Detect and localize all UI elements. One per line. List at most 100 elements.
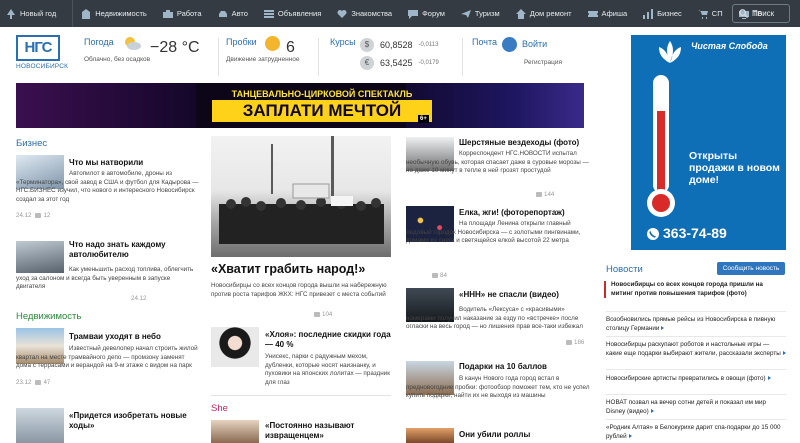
nav-item-sp[interactable]: СП [697,9,723,19]
nav-item-new-year[interactable]: Новый год [6,8,56,19]
she-article-2[interactable]: «Постоянно называют извращенцем» [265,421,391,441]
traffic-level-icon [265,36,280,51]
nav-item-dating[interactable]: Знакомства [337,9,392,19]
car-icon [218,10,227,17]
business-article-2-body: Как уменьшить расход топлива, облегчить … [16,266,194,290]
heart-icon [337,9,347,18]
news-item[interactable]: Новосибирские артисты превратились в ово… [606,375,786,384]
nav-item-tourism[interactable]: Туризм [460,9,500,19]
tree-icon [7,8,15,19]
banner-line1: ТАНЦЕВАЛЬНО-ЦИРКОВОЙ СПЕКТАКЛЬ [231,89,413,99]
euro-icon: € [360,56,374,70]
show-banner[interactable]: ТАНЦЕВАЛЬНО-ЦИРКОВОЙ СПЕКТАКЛЬ ЗАПЛАТИ М… [16,83,584,128]
arrow-icon [767,376,771,380]
main-story-desc: Новосибирцы со всех концов города вышли … [211,282,387,298]
building-icon [82,8,91,19]
news-item[interactable]: «Родник Алтая» в Белокурихе дарит спа-по… [606,424,786,441]
search-icon [739,9,748,18]
chat-icon [408,9,419,19]
banner-line2: ЗАПЛАТИ МЕЧТОЙ [212,100,432,122]
news-item[interactable]: Новосибирцы со всех концов города пришли… [604,281,784,298]
section-she[interactable]: She [211,403,228,414]
she-thumb-1[interactable] [211,327,259,367]
logo-city: НОВОСИБИРСК [16,63,69,70]
nav-item-ads[interactable]: Объявления [263,9,321,19]
nav-item-realty[interactable]: Недвижимость [81,8,147,19]
main-story-photo[interactable] [211,136,391,257]
dollar-icon: $ [360,38,374,52]
logo-mark: НГС [16,35,60,61]
logo-flower-icon [659,41,681,63]
weather-desc: Облачно, без осадков [84,56,151,63]
realty-article-1[interactable]: Трамваи уходят в небо [69,332,199,342]
mail-title: Почта [472,37,497,47]
arrow-icon [628,433,632,438]
phone-icon [647,228,659,240]
news-item[interactable]: НОВАТ позвал на вечер сотни детей и пока… [606,399,786,416]
mid-article-1-body: Корреспондент НГС.НОВОСТИ испытал необыч… [406,150,589,174]
mail-icon [502,37,517,52]
top-nav: Новый год Недвижимость Работа Авто Объяв… [0,0,800,27]
cart-icon [697,9,708,19]
mail-widget[interactable]: Почта [472,37,497,47]
she-article-1[interactable]: «Хлоя»: последние скидки года — 40 % [265,330,391,350]
section-realty[interactable]: Недвижимость [16,311,81,322]
arrow-icon [661,325,665,330]
mid-article-4[interactable]: Подарки на 10 баллов [459,362,591,372]
ad-phone: 363-74-89 [663,225,727,241]
cloudy-sun-icon [125,37,141,50]
comment-icon [566,340,572,345]
news-item[interactable]: Возобновились прямые рейсы из Новосибирс… [606,316,786,333]
business-article-2[interactable]: Что надо знать каждому автолюбителю [69,240,199,260]
report-news-button[interactable]: Сообщить новость [717,262,785,275]
mail-register-link[interactable]: Регистрация [524,59,562,66]
nav-item-forum[interactable]: Форум [408,9,445,19]
mid-article-3[interactable]: «HHH» не спасли (видео) [459,290,591,300]
main-story-title[interactable]: «Хватит грабить народ!» [211,262,365,276]
realty-ad[interactable]: Чистая Слобода Открыты продажи в новом д… [631,35,786,250]
mid-article-1[interactable]: Шерстяные вездеходы (фото) [459,138,591,148]
nav-item-auto[interactable]: Авто [218,9,248,19]
currency-title[interactable]: Курсы [330,37,356,47]
mid-article-3-body: Водитель «Лексуса» с «красивыми» номерам… [406,306,583,330]
search-button[interactable]: Поиск [732,4,790,23]
business-article-1-body: Автопилот в автомобиле, дроны из «Термин… [16,170,199,219]
she-article-1-body: Унисекс, парки с радужным мехом, дубленк… [265,353,390,386]
ad-brand: Чистая Слобода [691,41,768,51]
nav-item-home[interactable]: Дом ремонт [515,8,572,19]
section-business[interactable]: Бизнес [16,138,47,149]
plane-icon [460,9,471,18]
list-icon [263,9,274,18]
chart-icon [643,8,654,19]
business-article-1[interactable]: Что мы натворили [69,158,199,168]
she-thumb-2[interactable] [211,420,259,443]
ticket-icon [587,10,598,17]
news-item[interactable]: Новосибирцы раскупают роботов и настольн… [606,341,786,358]
nav-item-afisha[interactable]: Афиша [587,9,627,19]
comment-icon [432,273,438,278]
weather-temp: −28 °C [150,39,200,56]
news-title[interactable]: Новости [606,264,643,275]
thermometer-icon [647,75,675,217]
usd-rate: $ 60,8528 -0,0113 [360,38,438,52]
traffic-score: 6 [286,39,295,56]
arrow-icon [650,408,654,413]
mid-article-2-body: На площади Ленина открыли главный ледовы… [406,220,581,244]
comment-icon [536,192,542,197]
mid-thumb-5[interactable] [406,428,454,443]
nav-item-jobs[interactable]: Работа [162,9,202,19]
nav-item-business[interactable]: Бизнес [643,8,682,19]
comment-icon [35,213,42,218]
traffic-desc: Движение затрудненное [226,56,300,63]
briefcase-icon [162,9,173,18]
realty-article-2[interactable]: «Придется изобретать новые ходы» [69,411,199,431]
mid-article-4-body: В канун Нового года город встал в предно… [406,375,590,399]
realty-thumb-2[interactable] [16,408,64,443]
site-logo[interactable]: НГС НОВОСИБИРСК [16,35,68,75]
comment-icon [314,312,320,317]
house-icon [515,8,526,19]
mid-article-5[interactable]: Они убили роллы [459,430,591,440]
eur-rate: € 63,5425 -0,0179 [360,56,439,70]
mail-login-link[interactable]: Войти [522,39,547,49]
mid-article-2[interactable]: Елка, жги! (фоторепортаж) [459,208,591,218]
